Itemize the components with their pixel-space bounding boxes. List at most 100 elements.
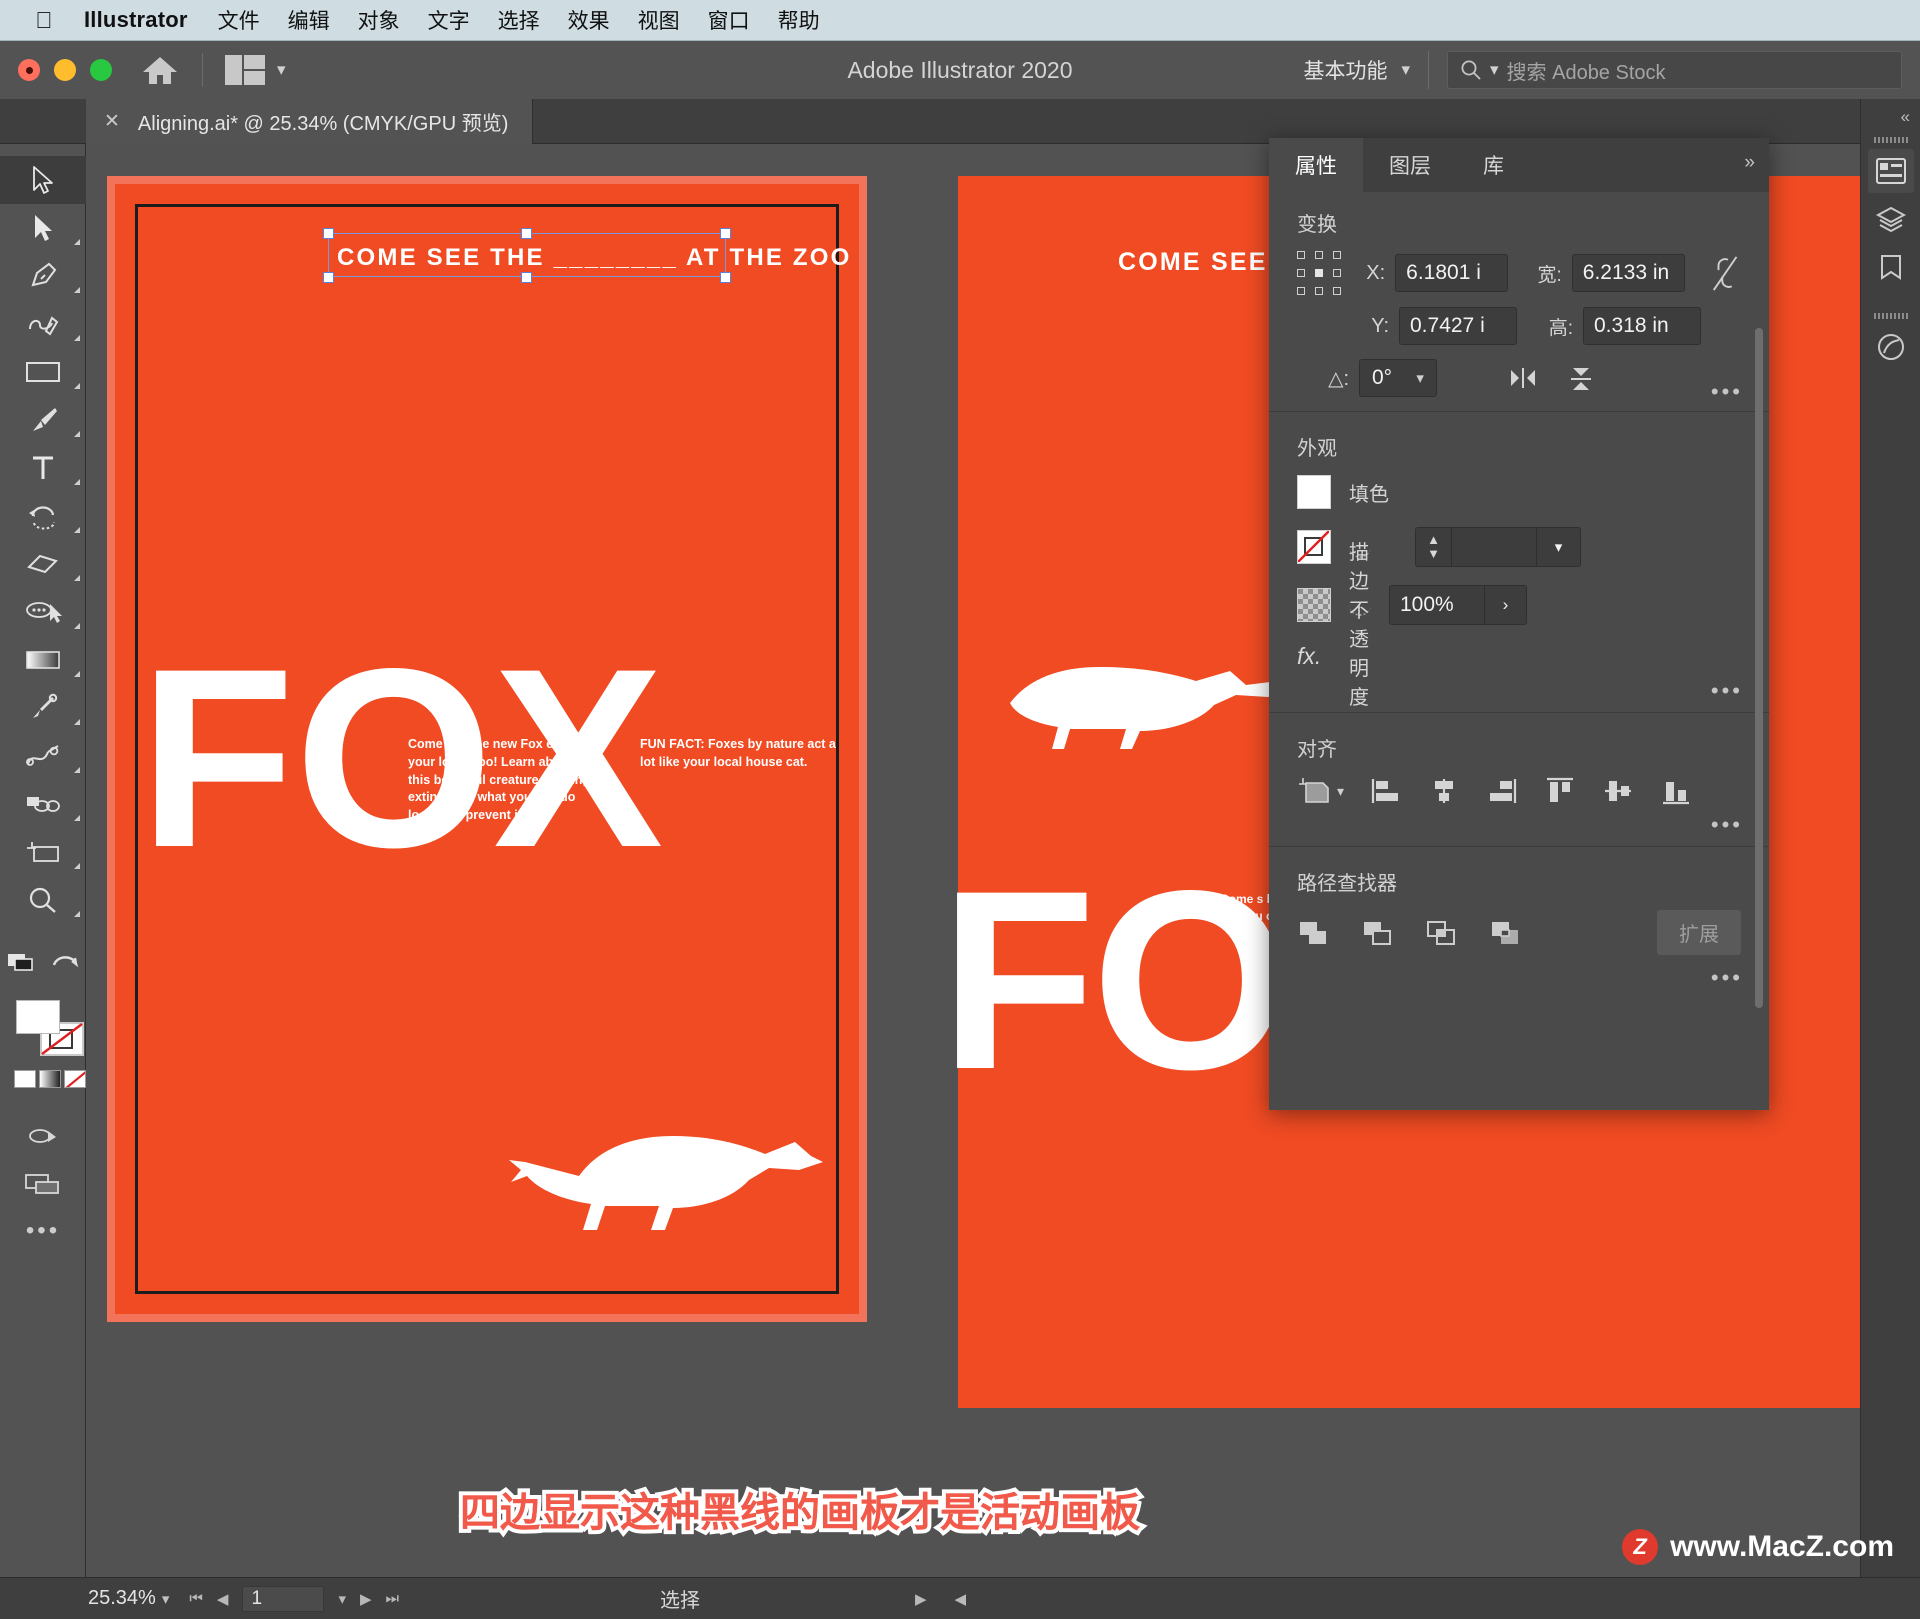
tab-libraries[interactable]: 库 [1457,138,1530,192]
minimize-window-button[interactable] [54,59,76,81]
artboard-number-input[interactable]: 1 [242,1585,325,1612]
blend-tool[interactable] [0,732,86,780]
menu-file[interactable]: 文件 [218,5,260,35]
selection-handle-tc[interactable] [521,228,532,239]
stock-search-input[interactable]: ▾ 搜索 Adobe Stock [1447,51,1902,89]
flip-vertical-icon[interactable] [1567,364,1603,392]
zoom-control[interactable]: 25.34% ▾ [88,1587,169,1610]
document-tab[interactable]: ✕ Aligning.ai* @ 25.34% (CMYK/GPU 预览) [86,99,534,144]
align-horizontal-center-icon[interactable] [1428,776,1460,806]
eraser-tool[interactable] [0,540,86,588]
width-input[interactable]: 6.2133 in [1571,254,1685,292]
draw-mode-icon[interactable] [0,1112,86,1160]
align-to-artboard-icon[interactable]: ▾ [1297,776,1344,806]
type-tool[interactable] [0,444,86,492]
chevron-down-icon[interactable]: ▾ [338,1590,346,1608]
symbol-sprayer-tool[interactable] [0,780,86,828]
reference-point-grid-icon[interactable] [1297,251,1341,295]
menu-edit[interactable]: 编辑 [288,5,330,35]
home-icon[interactable] [140,52,180,88]
curvature-tool[interactable] [0,300,86,348]
chevron-down-icon[interactable]: ▾ [1401,60,1410,80]
previous-artboard-icon[interactable]: ◀ [217,1590,229,1608]
app-name-menu[interactable]: Illustrator [84,7,188,33]
align-vertical-center-icon[interactable] [1602,776,1634,806]
constrain-proportions-unlinked-icon[interactable] [1709,251,1741,295]
paintbrush-tool[interactable] [0,396,86,444]
fill-stroke-swatches[interactable] [0,992,86,1112]
expand-button[interactable]: 扩展 [1657,910,1741,955]
transform-more-options[interactable]: ••• [1711,379,1743,405]
eyedropper-tool[interactable] [0,684,86,732]
layers-dock-icon[interactable] [1868,197,1914,241]
horizontal-scrollbar[interactable] [980,1594,1860,1604]
artboard-tool[interactable] [0,828,86,876]
selection-handle-br[interactable] [720,272,731,283]
more-tools-icon[interactable]: ••• [0,1208,86,1254]
opacity-input[interactable]: 100% [1389,585,1485,625]
color-mode-swatches[interactable] [14,1070,86,1088]
menu-help[interactable]: 帮助 [778,5,820,35]
exclude-icon[interactable] [1489,918,1523,948]
selection-handle-bc[interactable] [521,272,532,283]
none-swatch-icon[interactable] [64,1070,86,1088]
dock-grip-2[interactable] [1873,313,1908,319]
color-swatch-icon[interactable] [14,1070,36,1088]
appearance-more-options[interactable]: ••• [1711,678,1743,704]
chevron-right-icon[interactable]: › [1485,585,1527,625]
align-right-icon[interactable] [1486,776,1518,806]
panel-scrollbar[interactable] [1755,208,1763,1058]
stroke-swatch[interactable] [1297,530,1331,564]
artboard-1-active[interactable]: COME SEE THE ________ AT THE ZOO Come se… [107,176,867,1322]
flip-horizontal-icon[interactable] [1507,364,1543,392]
pathfinder-more-options[interactable]: ••• [1711,965,1743,991]
chevron-right-icon[interactable]: ▶ [915,1590,927,1608]
chevron-down-icon[interactable]: ▾ [1404,369,1436,387]
menu-select[interactable]: 选择 [498,5,540,35]
rotate-tool[interactable] [0,492,86,540]
rectangle-tool[interactable] [0,348,86,396]
gradient-swatch-icon[interactable] [39,1070,61,1088]
selection-tool[interactable] [0,156,86,204]
menu-object[interactable]: 对象 [358,5,400,35]
minus-front-icon[interactable] [1361,918,1395,948]
menu-window[interactable]: 窗口 [708,5,750,35]
maximize-window-button[interactable] [90,59,112,81]
apple-logo-icon[interactable]:  [34,8,54,32]
pen-tool[interactable] [0,252,86,300]
selection-bounding-box[interactable] [328,233,726,277]
zoom-tool[interactable] [0,876,86,924]
chevron-down-icon[interactable]: ▾ [277,60,286,80]
properties-dock-icon[interactable] [1867,149,1914,193]
menu-view[interactable]: 视图 [638,5,680,35]
selection-handle-tr[interactable] [720,228,731,239]
fill-swatch[interactable] [1297,475,1331,509]
align-top-icon[interactable] [1544,776,1576,806]
next-artboard-icon[interactable]: ▶ [360,1590,372,1608]
opacity-swatch[interactable] [1297,588,1331,622]
shape-builder-tool[interactable] [0,588,86,636]
align-more-options[interactable]: ••• [1711,812,1743,838]
y-input[interactable]: 0.7427 i [1399,307,1517,345]
menu-effect[interactable]: 效果 [568,5,610,35]
x-input[interactable]: 6.1801 i [1395,254,1509,292]
height-input[interactable]: 0.318 in [1583,307,1701,345]
close-window-button[interactable] [18,59,40,81]
direct-selection-tool[interactable] [0,204,86,252]
unite-icon[interactable] [1297,918,1331,948]
menu-type[interactable]: 文字 [428,5,470,35]
chevron-down-icon[interactable]: ▾ [1537,527,1581,567]
first-artboard-icon[interactable]: ⏮ [189,1590,203,1607]
brushes-dock-icon[interactable] [1868,325,1914,369]
dock-grip[interactable] [1873,137,1908,143]
chevron-down-icon[interactable]: ▾ [1490,60,1499,80]
workspace-switcher[interactable]: 基本功能 [1303,55,1387,85]
chevron-down-icon[interactable]: ▾ [1337,783,1344,800]
angle-input[interactable]: 0° ▾ [1359,359,1438,397]
close-icon[interactable]: ✕ [104,110,120,133]
selection-handle-tl[interactable] [323,228,334,239]
stroke-weight-input[interactable] [1451,527,1537,567]
arrange-documents-icon[interactable]: ▾ [225,55,286,85]
intersect-icon[interactable] [1425,918,1459,948]
panel-menu-icon[interactable]: » [1744,152,1755,174]
